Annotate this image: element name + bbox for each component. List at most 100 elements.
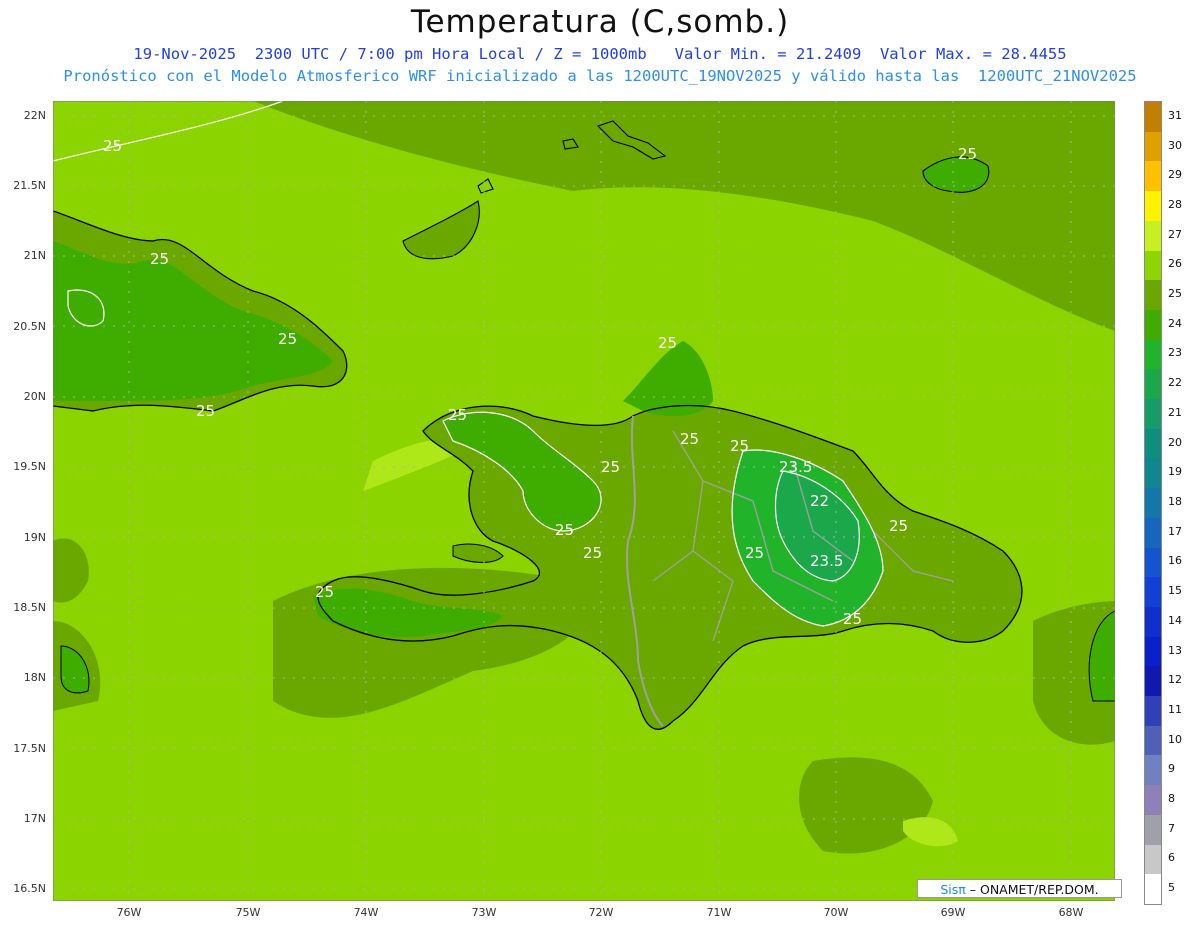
contour-label: 23.5 [779, 458, 812, 476]
color-scale-label: 6 [1168, 851, 1175, 865]
color-scale-swatch [1145, 280, 1161, 311]
color-scale-label: 15 [1168, 584, 1182, 598]
contour-label: 22 [810, 492, 829, 510]
color-scale-swatch [1145, 428, 1161, 459]
color-scale-label: 25 [1168, 287, 1182, 301]
color-scale-label: 16 [1168, 554, 1182, 568]
color-scale-swatch [1145, 339, 1161, 370]
color-scale-label: 11 [1168, 702, 1182, 716]
color-scale-swatch [1145, 577, 1161, 608]
lat-label: 19N [23, 531, 46, 544]
color-scale-swatch [1145, 725, 1161, 756]
color-scale-swatch [1145, 369, 1161, 400]
color-scale-swatch [1145, 191, 1161, 222]
lat-label: 20N [23, 390, 46, 403]
color-scale-label: 9 [1168, 762, 1175, 776]
color-scale-label: 5 [1168, 881, 1175, 895]
lon-label: 72W [588, 906, 614, 919]
color-scale-swatch [1145, 666, 1161, 697]
color-scale-label: 24 [1168, 316, 1182, 330]
lon-label: 70W [823, 906, 849, 919]
color-scale-label: 7 [1168, 821, 1175, 835]
contour-label: 25 [150, 250, 169, 268]
color-scale-swatch [1145, 874, 1161, 905]
color-scale-swatch [1145, 814, 1161, 846]
color-scale-label: 28 [1168, 197, 1182, 211]
lon-label: 71W [706, 906, 732, 919]
contour-label: 25 [730, 437, 749, 455]
lon-label: 76W [116, 906, 142, 919]
color-scale-label: 13 [1168, 643, 1182, 657]
contour-label: 25 [448, 406, 467, 424]
contour-label: 25 [196, 402, 215, 420]
color-scale-swatch [1145, 309, 1161, 341]
color-scale-label: 31 [1168, 108, 1182, 122]
color-scale-label: 23 [1168, 346, 1182, 360]
lat-label: 17.5N [13, 742, 46, 755]
map-title: Temperatura (C,somb.) [410, 4, 790, 40]
credit-box: Sisπ – ONAMET/REP.DOM. [917, 879, 1122, 898]
color-scale-swatch [1145, 161, 1161, 192]
color-scale-label: 17 [1168, 524, 1182, 538]
color-scale-swatch [1145, 547, 1161, 578]
lat-label: 21N [23, 249, 46, 262]
lat-label: 20.5N [13, 320, 46, 333]
color-scale-swatch [1145, 220, 1161, 252]
color-scale-label: 10 [1168, 732, 1182, 746]
color-scale-label: 21 [1168, 405, 1182, 419]
color-scale-swatch [1145, 250, 1161, 281]
color-scale-swatch [1145, 696, 1161, 727]
lon-label: 69W [940, 906, 966, 919]
lat-label: 19.5N [13, 460, 46, 473]
color-scale-label: 30 [1168, 138, 1182, 152]
contour-label: 25 [583, 544, 602, 562]
lat-label: 18N [23, 671, 46, 684]
contour-label: 25 [315, 583, 334, 601]
lat-label: 16.5N [13, 882, 46, 895]
color-scale-swatch [1145, 755, 1161, 786]
contour-label: 23.5 [810, 552, 843, 570]
contour-label: 25 [601, 458, 620, 476]
color-scale-swatch [1145, 102, 1161, 133]
lat-label: 21.5N [13, 179, 46, 192]
color-scale-swatch [1145, 131, 1161, 162]
credit-text: – ONAMET/REP.DOM. [965, 882, 1099, 897]
color-scale-swatch [1145, 785, 1161, 816]
color-scale-bar [1144, 101, 1162, 905]
temperature-map: 25 25 25 25 25 25 25 25 25 25 25 25 25 2… [53, 101, 1115, 901]
contour-label: 25 [555, 521, 574, 539]
color-scale-label: 22 [1168, 376, 1182, 390]
color-scale-label: 14 [1168, 613, 1182, 627]
contour-label: 25 [103, 137, 122, 155]
color-scale-label: 29 [1168, 168, 1182, 182]
contour-label: 25 [658, 334, 677, 352]
color-scale-label: 12 [1168, 673, 1182, 687]
color-scale-swatch [1145, 606, 1161, 638]
lon-label: 75W [235, 906, 261, 919]
color-scale-label: 8 [1168, 792, 1175, 806]
lat-label: 22N [23, 109, 46, 122]
contour-label: 25 [843, 610, 862, 628]
color-scale-label: 27 [1168, 227, 1182, 241]
contour-label: 25 [680, 430, 699, 448]
lon-label: 68W [1058, 906, 1084, 919]
lon-label: 73W [471, 906, 497, 919]
color-scale-swatch [1145, 488, 1161, 519]
contour-label: 25 [889, 517, 908, 535]
color-scale-label: 18 [1168, 495, 1182, 508]
contour-label: 25 [278, 330, 297, 348]
forecast-time-line: 19-Nov-2025 2300 UTC / 7:00 pm Hora Loca… [133, 45, 1067, 63]
lat-label: 17N [23, 812, 46, 825]
lat-label: 18.5N [13, 601, 46, 614]
contour-label: 25 [958, 145, 977, 163]
color-scale-swatch [1145, 636, 1161, 667]
credit-brand: Sisπ [940, 882, 966, 897]
color-scale-label: 26 [1168, 257, 1182, 271]
lon-label: 74W [353, 906, 379, 919]
contour-label: 25 [745, 544, 764, 562]
model-info-line: Pronóstico con el Modelo Atmosferico WRF… [63, 67, 1137, 85]
color-scale-swatch [1145, 517, 1161, 549]
color-scale-swatch [1145, 458, 1161, 489]
color-scale-label: 20 [1168, 435, 1182, 449]
color-scale-label: 19 [1168, 465, 1182, 479]
